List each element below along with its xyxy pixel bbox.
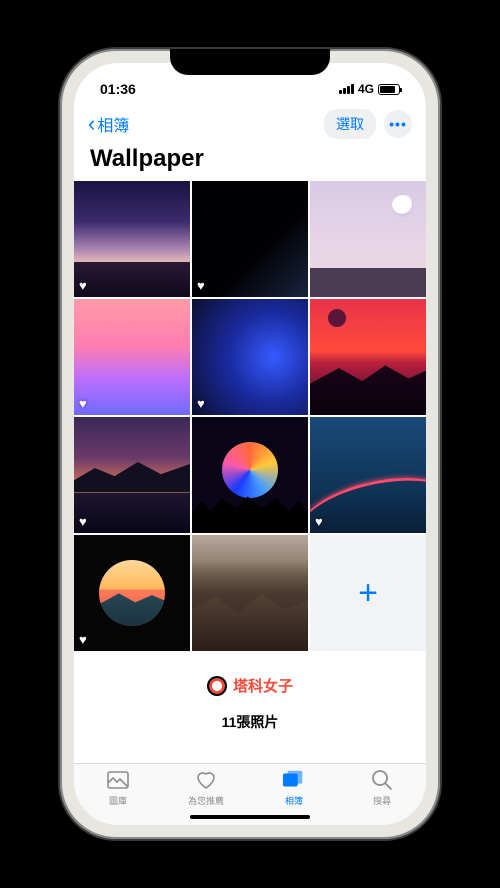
- library-icon: [106, 769, 130, 791]
- status-time: 01:36: [100, 81, 136, 97]
- tab-label: 為您推薦: [188, 794, 224, 807]
- photo-thumbnail[interactable]: ♥: [310, 417, 426, 533]
- notch: [170, 49, 330, 75]
- albums-icon: [282, 769, 306, 791]
- network-label: 4G: [358, 82, 374, 96]
- tab-label: 相簿: [285, 794, 303, 807]
- photo-thumbnail[interactable]: ♥: [192, 181, 308, 297]
- photo-thumbnail[interactable]: ♥: [310, 181, 426, 297]
- nav-actions: 選取 •••: [324, 109, 412, 139]
- tab-label: 搜尋: [373, 794, 391, 807]
- album-content[interactable]: ♥ ♥ ♥ ♥ ♥ ♥ ♥ ♥ ♥ ♥ ♥ + 塔科女子 11張照片: [74, 181, 426, 763]
- heart-icon: ♥: [315, 278, 323, 293]
- photo-thumbnail[interactable]: ♥: [310, 299, 426, 415]
- add-photos-button[interactable]: +: [310, 535, 426, 651]
- signal-icon: [339, 84, 354, 94]
- photo-thumbnail[interactable]: ♥: [192, 417, 308, 533]
- photo-thumbnail[interactable]: ♥: [74, 535, 190, 651]
- photo-thumbnail[interactable]: ♥: [74, 181, 190, 297]
- photo-count: 11張照片: [74, 712, 426, 732]
- album-title: Wallpaper: [74, 145, 426, 181]
- heart-icon: ♥: [79, 396, 87, 411]
- more-button[interactable]: •••: [384, 110, 412, 138]
- for-you-icon: [194, 769, 218, 791]
- photo-thumbnail[interactable]: ♥: [192, 535, 308, 651]
- heart-icon: ♥: [79, 514, 87, 529]
- phone-frame: 01:36 4G ‹ 相簿 選取 ••• Wallpaper: [60, 49, 440, 839]
- watermark-icon: [207, 676, 227, 696]
- heart-icon: ♥: [197, 514, 205, 529]
- ellipsis-icon: •••: [389, 116, 407, 132]
- tab-for-you[interactable]: 為您推薦: [162, 764, 250, 811]
- status-indicators: 4G: [339, 82, 400, 96]
- back-label: 相簿: [97, 112, 129, 136]
- watermark: 塔科女子: [74, 675, 426, 696]
- heart-icon: ♥: [197, 278, 205, 293]
- watermark-text: 塔科女子: [233, 675, 293, 696]
- photo-thumbnail[interactable]: ♥: [74, 417, 190, 533]
- tab-library[interactable]: 圖庫: [74, 764, 162, 811]
- screen: 01:36 4G ‹ 相簿 選取 ••• Wallpaper: [74, 63, 426, 825]
- photo-thumbnail[interactable]: ♥: [192, 299, 308, 415]
- home-indicator[interactable]: [190, 815, 310, 819]
- select-button[interactable]: 選取: [324, 109, 376, 139]
- search-icon: [370, 769, 394, 791]
- heart-icon: ♥: [197, 632, 205, 647]
- chevron-left-icon: ‹: [88, 113, 95, 135]
- heart-icon: ♥: [197, 396, 205, 411]
- nav-bar: ‹ 相簿 選取 •••: [74, 105, 426, 145]
- heart-icon: ♥: [79, 278, 87, 293]
- heart-icon: ♥: [315, 514, 323, 529]
- battery-icon: [378, 84, 400, 95]
- heart-icon: ♥: [79, 632, 87, 647]
- back-button[interactable]: ‹ 相簿: [88, 112, 129, 136]
- tab-albums[interactable]: 相簿: [250, 764, 338, 811]
- tab-search[interactable]: 搜尋: [338, 764, 426, 811]
- photo-thumbnail[interactable]: ♥: [74, 299, 190, 415]
- photo-grid: ♥ ♥ ♥ ♥ ♥ ♥ ♥ ♥ ♥ ♥ ♥ +: [74, 181, 426, 651]
- heart-icon: ♥: [315, 396, 323, 411]
- tab-label: 圖庫: [109, 794, 127, 807]
